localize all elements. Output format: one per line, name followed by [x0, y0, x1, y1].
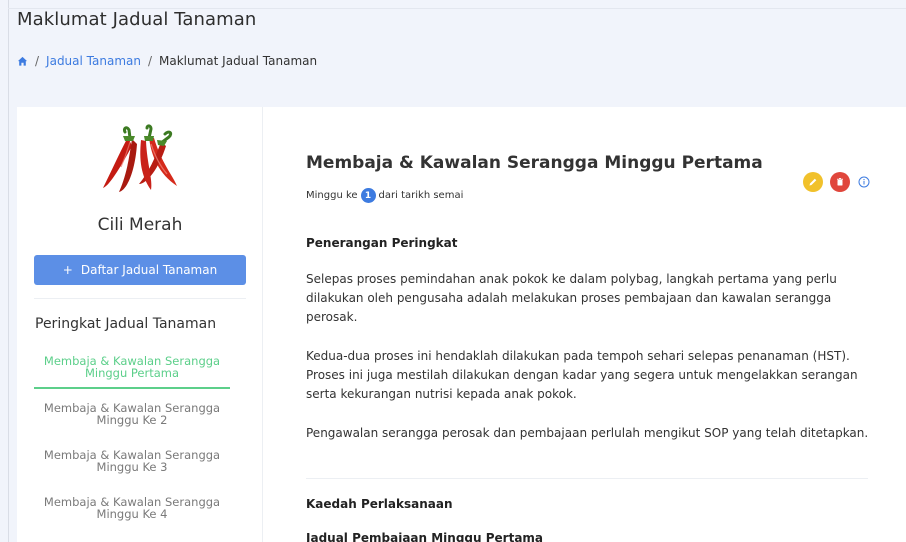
- stage-item-week-3[interactable]: Membaja & Kawalan Serangga Minggu Ke 3: [34, 449, 230, 473]
- sidebar-divider: [34, 298, 246, 299]
- breadcrumb-separator: /: [35, 54, 40, 68]
- stage-item-sublabel: Minggu Pertama: [84, 366, 180, 380]
- pencil-icon[interactable]: [803, 172, 823, 192]
- section-heading-description: Penerangan Peringkat: [306, 236, 458, 250]
- stage-item-sublabel: Minggu Ke 2: [96, 413, 168, 427]
- description-paragraph: Selepas proses pemindahan anak pokok ke …: [306, 272, 837, 324]
- section-heading-method: Kaedah Perlaksanaan: [306, 497, 453, 511]
- home-icon[interactable]: [17, 56, 28, 67]
- add-plant-schedule-button[interactable]: + Daftar Jadual Tanaman: [34, 255, 246, 285]
- section-heading-schedule: Jadual Pembajaan Minggu Pertama: [306, 531, 544, 542]
- description-paragraph: Kedua-dua proses ini hendaklah dilakukan…: [306, 349, 858, 401]
- stage-item-week-2[interactable]: Membaja & Kawalan Serangga Minggu Ke 2: [34, 402, 230, 426]
- breadcrumb-link-jadual-tanaman[interactable]: Jadual Tanaman: [46, 54, 141, 68]
- week-indicator: Minggu ke 1 dari tarikh semai: [306, 188, 463, 203]
- stage-actions: [803, 172, 871, 192]
- breadcrumb-current: Maklumat Jadual Tanaman: [159, 54, 318, 68]
- plant-name: Cili Merah: [97, 215, 183, 235]
- stage-item-week-1[interactable]: Membaja & Kawalan Serangga Minggu Pertam…: [34, 355, 230, 389]
- content-divider: [306, 478, 868, 479]
- page-title: Maklumat Jadual Tanaman: [17, 9, 257, 30]
- plant-schedule-card: Cili Merah + Daftar Jadual Tanaman Perin…: [17, 107, 906, 542]
- week-number-badge: 1: [360, 188, 376, 203]
- breadcrumb-separator: /: [147, 54, 153, 68]
- add-plant-schedule-label: Daftar Jadual Tanaman: [80, 263, 218, 277]
- page-left-border: [8, 0, 9, 542]
- stage-item-sublabel: Minggu Ke 3: [96, 460, 168, 474]
- stage-item-sublabel: Minggu Ke 4: [96, 507, 168, 521]
- stages-title: Peringkat Jadual Tanaman: [35, 316, 217, 332]
- week-prefix: Minggu ke: [306, 190, 358, 201]
- stage-item-week-4[interactable]: Membaja & Kawalan Serangga Minggu Ke 4: [34, 496, 230, 520]
- week-suffix: dari tarikh semai: [378, 190, 464, 201]
- info-icon[interactable]: [857, 175, 871, 189]
- description-paragraph: Pengawalan serangga perosak dan pembajaa…: [306, 426, 869, 440]
- breadcrumb: / Jadual Tanaman / Maklumat Jadual Tanam…: [17, 54, 317, 68]
- stage-title: Membaja & Kawalan Serangga Minggu Pertam…: [306, 153, 763, 173]
- red-chili-image: [97, 124, 183, 198]
- sidebar: Cili Merah + Daftar Jadual Tanaman Perin…: [17, 107, 263, 542]
- plus-icon: +: [62, 263, 73, 277]
- trash-icon[interactable]: [830, 172, 850, 192]
